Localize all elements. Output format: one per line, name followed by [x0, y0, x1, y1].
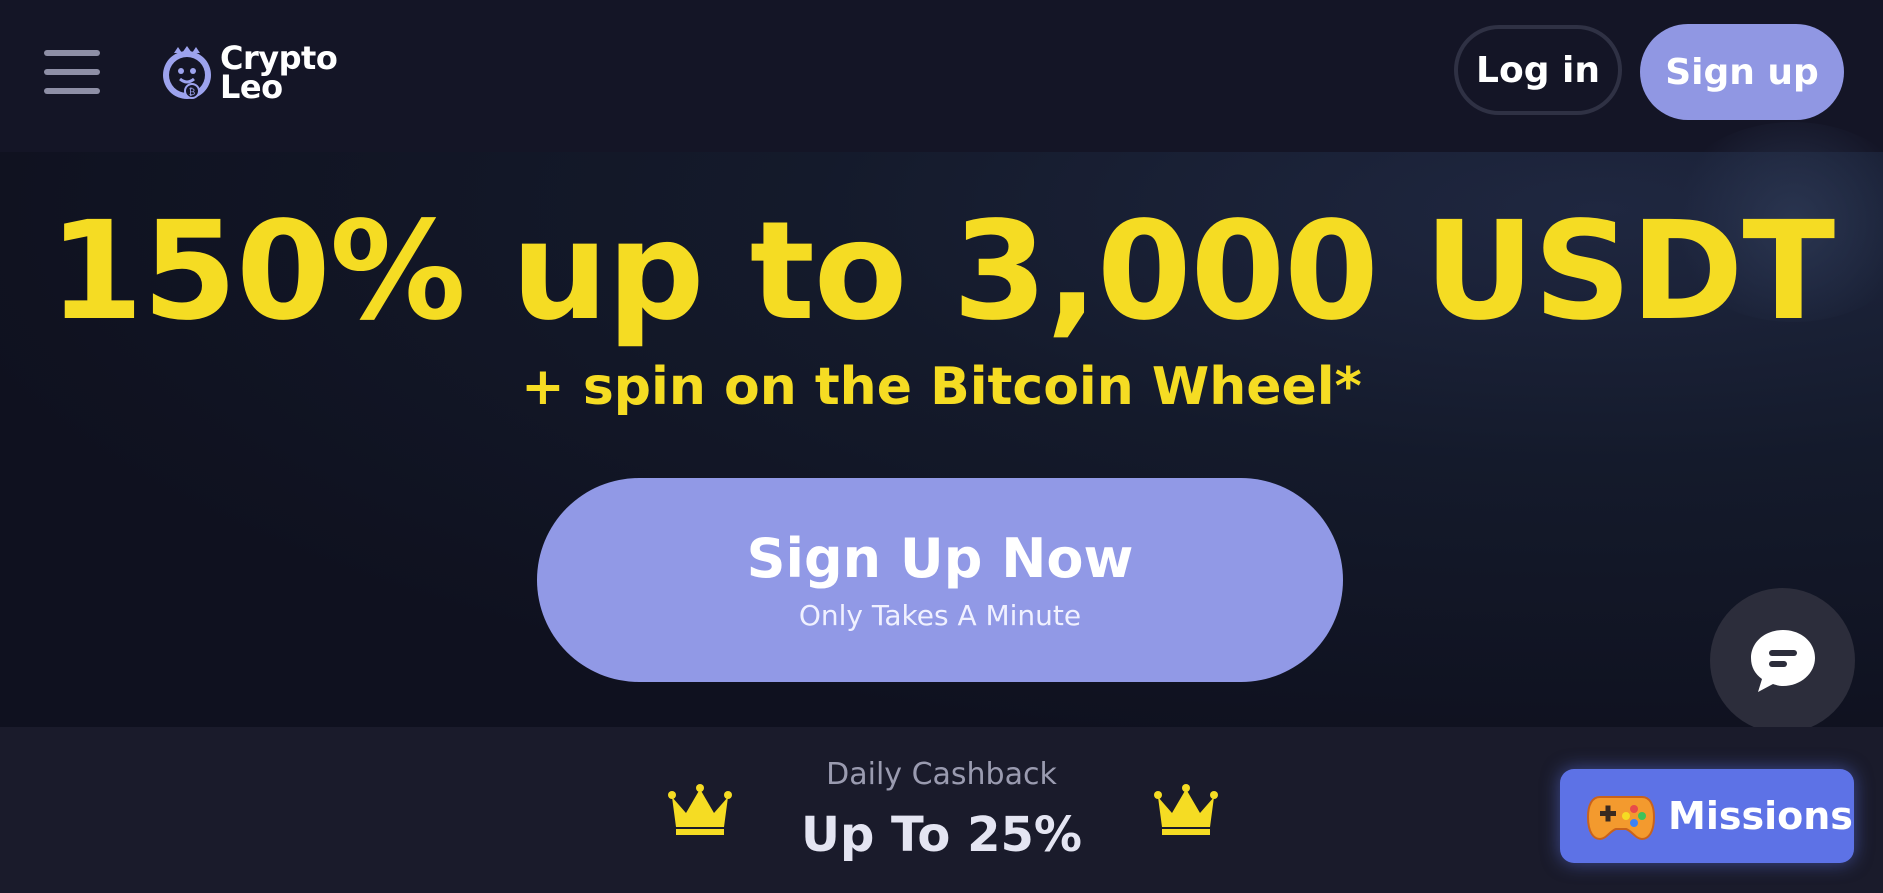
chat-bubble-icon: [1750, 629, 1815, 692]
lion-logo-icon: ₿: [163, 46, 211, 99]
logo-wordmark: Crypto Leo: [220, 42, 338, 106]
chat-button[interactable]: [1710, 588, 1855, 733]
gamepad-icon: [1586, 796, 1656, 841]
bonus-subheadline: + spin on the Bitcoin Wheel*: [521, 357, 1362, 417]
missions-label: Missions: [1668, 794, 1853, 838]
login-button[interactable]: Log in: [1454, 25, 1622, 115]
logo-line-2: Leo: [220, 68, 283, 106]
crown-icon: [1154, 784, 1218, 835]
missions-button[interactable]: Missions: [1560, 769, 1854, 863]
top-header: ₿ Crypto Leo Log in Sign up: [0, 0, 1883, 152]
cta-subtitle: Only Takes A Minute: [798, 599, 1082, 632]
cta-title: Sign Up Now: [746, 527, 1134, 590]
hero-banner: 150% up to 3,000 USDT + spin on the Bitc…: [0, 122, 1883, 727]
signup-now-button[interactable]: Sign Up Now Only Takes A Minute: [537, 478, 1343, 682]
site-logo[interactable]: ₿ Crypto Leo: [160, 40, 338, 106]
hamburger-menu-icon[interactable]: [44, 50, 100, 94]
svg-text:₿: ₿: [189, 87, 196, 98]
bonus-headline: 150% up to 3,000 USDT: [48, 193, 1835, 351]
page: ₿ Crypto Leo Log in Sign up 150% up to 3…: [0, 0, 1883, 893]
signup-button[interactable]: Sign up: [1640, 24, 1844, 120]
